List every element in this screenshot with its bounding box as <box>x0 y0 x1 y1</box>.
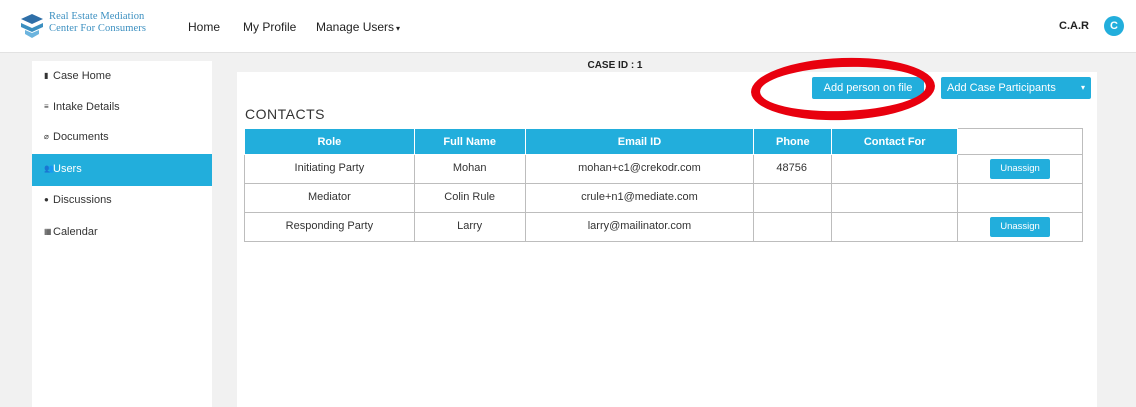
cell-role: Mediator <box>244 183 415 213</box>
sidebar-item-discussions[interactable]: ● Discussions <box>32 185 212 217</box>
column-header-contact-for: Contact For <box>831 128 959 155</box>
sidebar-item-intake-details[interactable]: ≡ Intake Details <box>32 92 212 124</box>
table-header-row: Role Full Name Email ID Phone Contact Fo… <box>244 128 1083 155</box>
nav-manage-users-dropdown[interactable]: Manage Users ▾ <box>316 20 400 34</box>
main-panel: Add person on file Add Case Participants… <box>237 72 1097 407</box>
cell-email: crule+n1@mediate.com <box>524 183 755 213</box>
cell-actions: Unassign <box>957 154 1083 184</box>
cell-phone <box>753 212 833 242</box>
cell-contact-for <box>831 183 959 213</box>
case-id-label: CASE ID : 1 <box>587 60 643 71</box>
sidebar: ▮ Case Home ≡ Intake Details ⌀ Documents… <box>32 61 212 407</box>
cell-full-name: Mohan <box>413 154 526 184</box>
brand-name[interactable]: Real Estate Mediation Center For Consume… <box>49 11 146 35</box>
cell-phone <box>753 183 833 213</box>
add-case-participants-label: Add Case Participants <box>947 82 1056 94</box>
brand-line-1: Real Estate Mediation <box>49 11 145 22</box>
chevron-down-icon: ▾ <box>396 24 401 33</box>
sidebar-item-label: Calendar <box>53 226 98 238</box>
cell-email: larry@mailinator.com <box>524 212 755 242</box>
column-header-actions <box>957 128 1083 155</box>
add-case-participants-button[interactable]: Add Case Participants ▾ <box>941 77 1091 99</box>
column-header-email-id: Email ID <box>524 128 755 155</box>
cell-full-name: Larry <box>413 212 526 242</box>
column-header-full-name: Full Name <box>413 128 526 155</box>
column-header-phone: Phone <box>753 128 833 155</box>
cell-full-name: Colin Rule <box>413 183 526 213</box>
cell-contact-for <box>831 212 959 242</box>
nav-home-link[interactable]: Home <box>188 20 220 34</box>
cell-actions <box>957 183 1083 213</box>
manage-users-label: Manage Users <box>316 20 395 34</box>
contacts-heading: CONTACTS <box>245 106 325 122</box>
organization-label: C.A.R <box>1059 20 1089 32</box>
chevron-down-icon[interactable]: ▾ <box>1081 77 1085 99</box>
cell-phone: 48756 <box>753 154 833 184</box>
cell-contact-for <box>831 154 959 184</box>
sidebar-item-label: Users <box>53 163 82 175</box>
top-navbar: Real Estate Mediation Center For Consume… <box>0 0 1136 53</box>
sidebar-item-calendar[interactable]: ▦ Calendar <box>32 217 212 249</box>
unassign-button[interactable]: Unassign <box>990 159 1051 179</box>
sidebar-item-label: Documents <box>53 131 109 143</box>
sidebar-item-case-home[interactable]: ▮ Case Home <box>32 61 212 93</box>
column-header-role: Role <box>244 128 415 155</box>
brand-line-2: Center For Consumers <box>49 23 147 34</box>
sidebar-item-label: Intake Details <box>53 101 120 113</box>
table-row: Mediator Colin Rule crule+n1@mediate.com <box>244 183 1083 213</box>
sidebar-item-users[interactable]: 👥 Users <box>32 154 212 186</box>
contacts-table: Role Full Name Email ID Phone Contact Fo… <box>244 128 1083 242</box>
sidebar-item-label: Case Home <box>53 70 112 82</box>
cell-role: Responding Party <box>244 212 415 242</box>
table-row: Responding Party Larry larry@mailinator.… <box>244 212 1083 242</box>
cell-email: mohan+c1@crekodr.com <box>524 154 755 184</box>
sidebar-item-documents[interactable]: ⌀ Documents <box>32 122 212 154</box>
nav-my-profile-link[interactable]: My Profile <box>243 20 296 34</box>
cell-role: Initiating Party <box>244 154 415 184</box>
cell-actions: Unassign <box>957 212 1083 242</box>
table-row: Initiating Party Mohan mohan+c1@crekodr.… <box>244 154 1083 184</box>
sidebar-item-label: Discussions <box>53 194 112 206</box>
add-person-on-file-button[interactable]: Add person on file <box>812 77 924 99</box>
brand-logo-icon <box>21 14 43 38</box>
unassign-button[interactable]: Unassign <box>990 217 1051 237</box>
user-avatar[interactable]: C <box>1104 16 1124 36</box>
